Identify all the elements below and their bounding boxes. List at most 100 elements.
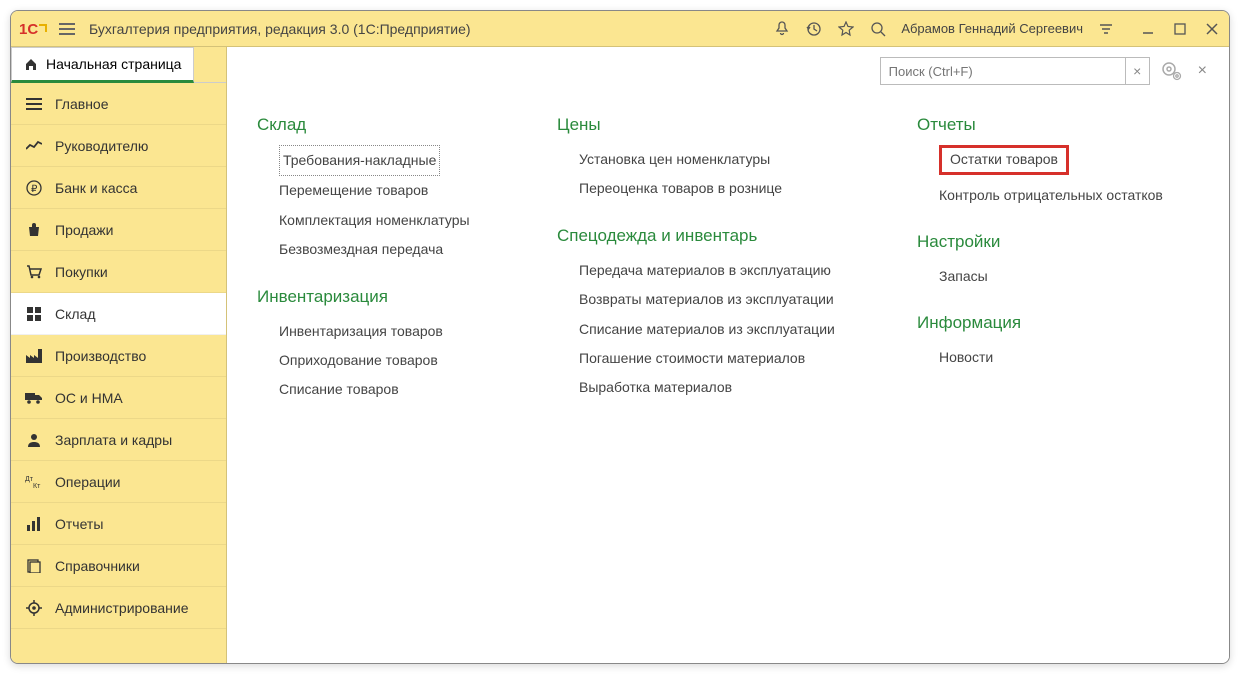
sidebar-item-label: Зарплата и кадры <box>55 432 172 448</box>
sidebar-item-label: Отчеты <box>55 516 103 532</box>
content-toolbar: × × <box>227 47 1229 95</box>
dtkt-icon: ДтКт <box>25 473 43 491</box>
content-area: × × Склад Требования-накладныеПеремещение… <box>227 47 1229 663</box>
column-2: Отчеты Остатки товаров Контроль отрицатель… <box>917 115 1177 395</box>
menu-link[interactable]: Требования-накладные <box>279 145 440 176</box>
link-list: Новости <box>917 343 1177 372</box>
menu-link[interactable]: Установка цен номенклатуры <box>579 145 770 174</box>
sidebar-item-label: Руководителю <box>55 138 148 154</box>
sidebar-item-3[interactable]: Продажи <box>11 209 226 251</box>
section: Настройки Запасы <box>917 232 1177 291</box>
bars-icon <box>25 515 43 533</box>
menu-link[interactable]: Возвраты материалов из эксплуатации <box>579 285 834 314</box>
sidebar-item-12[interactable]: Администрирование <box>11 587 226 629</box>
column-0: Склад Требования-накладныеПеремещение тов… <box>257 115 517 427</box>
section-title[interactable]: Информация <box>917 313 1177 333</box>
sidebar-item-label: Банк и касса <box>55 180 137 196</box>
sidebar-item-label: ОС и НМА <box>55 390 123 406</box>
sidebar-item-6[interactable]: Производство <box>11 335 226 377</box>
sidebar-item-4[interactable]: Покупки <box>11 251 226 293</box>
sidebar-item-label: Продажи <box>55 222 113 238</box>
svg-text:₽: ₽ <box>31 184 38 195</box>
link-list: Установка цен номенклатурыПереоценка тов… <box>557 145 877 204</box>
search-input[interactable] <box>881 64 1125 79</box>
tab-bar: Начальная страница <box>11 47 226 83</box>
section: Инвентаризация Инвентаризация товаровОпри… <box>257 287 517 405</box>
link-list: Требования-накладныеПеремещение товаровК… <box>257 145 517 265</box>
sidebar-item-label: Администрирование <box>55 600 189 616</box>
app-body: Начальная страница Главное Руководителю ₽ Б… <box>11 47 1229 663</box>
window-controls <box>1139 20 1221 38</box>
menu-link[interactable]: Переоценка товаров в рознице <box>579 174 782 203</box>
window-title: Бухгалтерия предприятия, редакция 3.0 (1… <box>89 21 773 37</box>
svg-text:Дт: Дт <box>25 476 34 483</box>
sidebar-item-label: Производство <box>55 348 146 364</box>
link-list: Передача материалов в эксплуатациюВозвра… <box>557 256 877 403</box>
link-list: Запасы <box>917 262 1177 291</box>
person-icon <box>25 431 43 449</box>
minimize-icon[interactable] <box>1139 20 1157 38</box>
section-title[interactable]: Склад <box>257 115 517 135</box>
section-title[interactable]: Настройки <box>917 232 1177 252</box>
menu-link[interactable]: Безвозмездная передача <box>279 235 443 264</box>
menu-link[interactable]: Выработка материалов <box>579 373 732 402</box>
menu-link[interactable]: Новости <box>939 343 993 372</box>
titlebar-actions: Абрамов Геннадий Сергеевич <box>773 20 1221 38</box>
section-title[interactable]: Инвентаризация <box>257 287 517 307</box>
maximize-icon[interactable] <box>1171 20 1189 38</box>
section-title[interactable]: Спецодежда и инвентарь <box>557 226 877 246</box>
settings-icon <box>25 599 43 617</box>
sidebar: Начальная страница Главное Руководителю ₽ Б… <box>11 47 227 663</box>
books-icon <box>25 557 43 575</box>
section: Информация Новости <box>917 313 1177 372</box>
bag-icon <box>25 221 43 239</box>
menu-link[interactable]: Остатки товаров <box>939 145 1069 175</box>
truck-icon <box>25 389 43 407</box>
link-list: Инвентаризация товаровОприходование това… <box>257 317 517 405</box>
user-name[interactable]: Абрамов Геннадий Сергеевич <box>901 21 1083 36</box>
panel-close-icon[interactable]: × <box>1198 62 1207 80</box>
sidebar-item-1[interactable]: Руководителю <box>11 125 226 167</box>
menu-link[interactable]: Списание товаров <box>279 375 399 404</box>
main-menu-icon[interactable] <box>57 19 77 39</box>
sidebar-item-5[interactable]: Склад <box>11 293 226 335</box>
sidebar-item-11[interactable]: Справочники <box>11 545 226 587</box>
sections-panel: Склад Требования-накладныеПеремещение тов… <box>227 95 1229 663</box>
titlebar: 1C Бухгалтерия предприятия, редакция 3.0… <box>11 11 1229 47</box>
menu-link[interactable]: Оприходование товаров <box>279 346 438 375</box>
menu-link[interactable]: Погашение стоимости материалов <box>579 344 805 373</box>
section-title[interactable]: Цены <box>557 115 877 135</box>
sidebar-item-0[interactable]: Главное <box>11 83 226 125</box>
section-title[interactable]: Отчеты <box>917 115 1177 135</box>
sidebar-item-7[interactable]: ОС и НМА <box>11 377 226 419</box>
section: Цены Установка цен номенклатурыПереоценка… <box>557 115 877 204</box>
sidebar-item-9[interactable]: ДтКтОперации <box>11 461 226 503</box>
sidebar-item-10[interactable]: Отчеты <box>11 503 226 545</box>
filter-icon[interactable] <box>1097 20 1115 38</box>
settings-gear-icon[interactable] <box>1160 60 1182 82</box>
close-icon[interactable] <box>1203 20 1221 38</box>
star-icon[interactable] <box>837 20 855 38</box>
history-icon[interactable] <box>805 20 823 38</box>
sidebar-item-label: Главное <box>55 96 109 112</box>
menu-link[interactable]: Передача материалов в эксплуатацию <box>579 256 831 285</box>
menu-link[interactable]: Комплектация номенклатуры <box>279 206 470 235</box>
sidebar-item-8[interactable]: Зарплата и кадры <box>11 419 226 461</box>
tab-home[interactable]: Начальная страница <box>11 47 194 83</box>
menu-link[interactable]: Контроль отрицательных остатков <box>939 181 1163 210</box>
sidebar-item-2[interactable]: ₽ Банк и касса <box>11 167 226 209</box>
search-clear-icon[interactable]: × <box>1125 58 1149 84</box>
sidebar-item-label: Покупки <box>55 264 108 280</box>
factory-icon <box>25 347 43 365</box>
menu-icon <box>25 95 43 113</box>
search-icon[interactable] <box>869 20 887 38</box>
ruble-icon: ₽ <box>25 179 43 197</box>
menu-link[interactable]: Списание материалов из эксплуатации <box>579 315 835 344</box>
grid-icon <box>25 305 43 323</box>
link-list: Остатки товаров Контроль отрицательных ос… <box>917 145 1177 210</box>
menu-link[interactable]: Перемещение товаров <box>279 176 428 205</box>
menu-link[interactable]: Запасы <box>939 262 988 291</box>
bell-icon[interactable] <box>773 20 791 38</box>
home-icon <box>24 57 38 71</box>
menu-link[interactable]: Инвентаризация товаров <box>279 317 443 346</box>
